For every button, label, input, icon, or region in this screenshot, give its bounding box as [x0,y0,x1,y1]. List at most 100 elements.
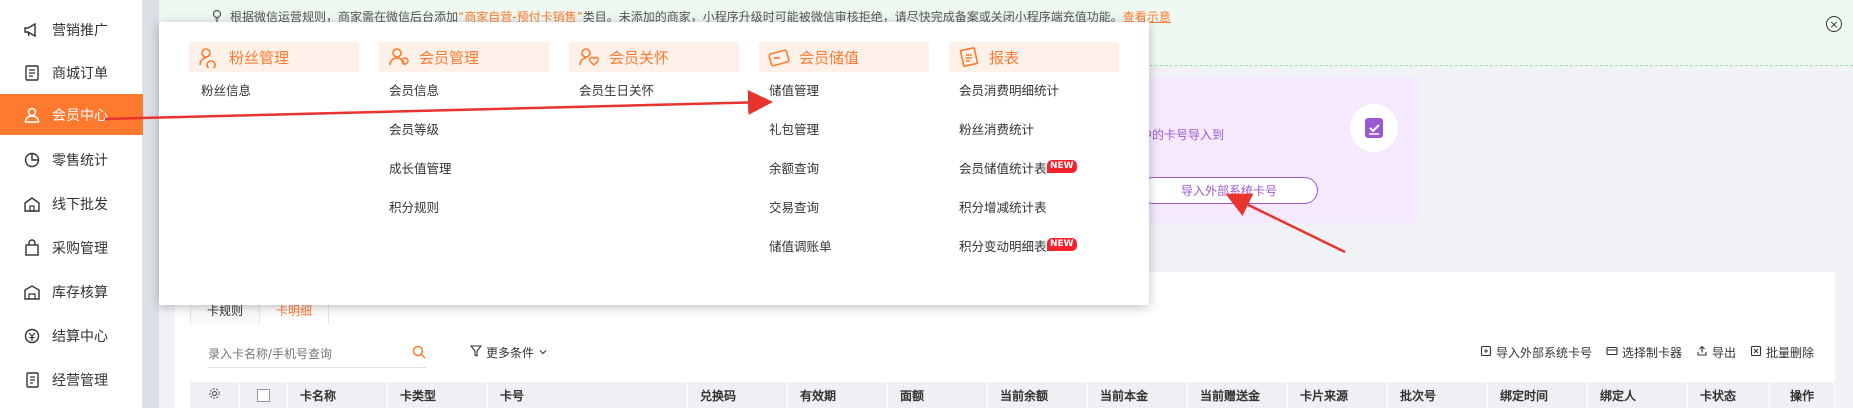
sidebar-item-retail-stats[interactable]: 零售统计 [0,139,143,180]
menu-item-stored-value-management[interactable]: 储值管理 [769,80,819,99]
menu-item-points-change-stats[interactable]: 积分增减统计表 [959,197,1047,216]
sidebar-item-inventory[interactable]: 库存核算 [0,271,143,312]
menu-column-members: 会员管理 [379,42,549,72]
sidebar-item-member-center[interactable]: 会员中心 [0,94,143,135]
table-settings-cell[interactable] [190,382,240,408]
export-icon [1696,345,1708,360]
col-current-gift: 当前赠送金 [1188,382,1288,408]
sidebar-gutter [143,0,159,408]
col-card-name: 卡名称 [288,382,388,408]
menu-item-member-level[interactable]: 会员等级 [389,119,439,138]
menu-item-gift-pack-management[interactable]: 礼包管理 [769,119,819,138]
sidebar: 营销推广 商城订单 会员中心 零售统计 线下批发 采购管理 库存核算 结算中心 … [0,0,143,408]
stats-icon [22,150,42,170]
fans-icon [197,45,221,69]
import-external-card-button[interactable]: 导入外部系统卡号 [1140,177,1318,204]
search-icon[interactable] [412,345,426,363]
menu-column-title: 报表 [989,48,1020,67]
menu-column-stored-value: 会员储值 [759,42,929,72]
sidebar-item-label: 采购管理 [52,240,108,257]
new-badge: NEW [1047,160,1077,173]
filter-icon [469,345,483,360]
menu-item-growth-value[interactable]: 成长值管理 [389,158,452,177]
menu-item-points-change-detail[interactable]: 积分变动明细表 [959,236,1047,255]
member-manage-icon [387,45,411,69]
sidebar-item-label: 经营管理 [52,372,108,389]
sidebar-item-operations[interactable]: 经营管理 [0,359,143,400]
import-external-label: 导入外部系统卡号 [1496,346,1593,360]
col-batch-number: 批次号 [1388,382,1488,408]
select-card-maker-label: 选择制卡器 [1622,346,1683,360]
bag-icon [22,238,42,258]
settlement-icon [22,326,42,346]
sidebar-item-label: 库存核算 [52,284,108,301]
menu-column-title: 粉丝管理 [229,48,290,67]
col-current-balance: 当前余额 [988,382,1088,408]
delete-icon [1750,345,1762,360]
search-box [208,340,426,368]
col-validity: 有效期 [788,382,888,408]
stored-value-icon [767,45,791,69]
select-all-checkbox[interactable] [257,388,270,402]
menu-item-fans-consumption-stats[interactable]: 粉丝消费统计 [959,119,1034,138]
order-icon [22,63,42,83]
search-input[interactable] [208,346,388,361]
card-reader-icon [1606,345,1618,360]
sidebar-item-wholesale[interactable]: 线下批发 [0,183,143,224]
menu-item-member-consumption-detail[interactable]: 会员消费明细统计 [959,80,1059,99]
sidebar-item-label: 商城订单 [52,65,108,82]
menu-item-fans-info[interactable]: 粉丝信息 [201,80,251,99]
col-bind-person: 绑定人 [1588,382,1688,408]
menu-item-birthday-care[interactable]: 会员生日关怀 [579,80,654,99]
select-card-maker-action[interactable]: 选择制卡器 [1606,344,1682,361]
export-action[interactable]: 导出 [1696,344,1736,361]
sidebar-item-purchase[interactable]: 采购管理 [0,227,143,268]
more-conditions-filter[interactable]: 更多条件 [469,344,548,361]
menu-item-transaction-query[interactable]: 交易查询 [769,197,819,216]
table-header: 卡名称 卡类型 卡号 兑换码 有效期 面额 当前余额 当前本金 当前赠送金 卡片… [190,382,1835,408]
report-icon [957,45,981,69]
sidebar-item-label: 零售统计 [52,152,108,169]
col-card-source: 卡片来源 [1288,382,1388,408]
menu-column-fans: 粉丝管理 [189,42,359,72]
export-label: 导出 [1712,346,1737,360]
import-external-action[interactable]: 导入外部系统卡号 [1480,344,1592,361]
menu-item-balance-query[interactable]: 余额查询 [769,158,819,177]
care-icon [577,45,601,69]
more-conditions-label: 更多条件 [486,346,535,360]
menu-column-title: 会员储值 [799,48,860,67]
menu-item-member-stored-value-report[interactable]: 会员储值统计表 [959,158,1047,177]
sidebar-item-orders[interactable]: 商城订单 [0,52,143,93]
wholesale-icon [22,194,42,214]
col-current-principal: 当前本金 [1088,382,1188,408]
batch-delete-label: 批量删除 [1766,346,1815,360]
batch-delete-action[interactable]: 批量删除 [1750,344,1814,361]
import-card-icon [1350,104,1398,152]
menu-column-reports: 报表 [949,42,1119,72]
menu-column-title: 会员管理 [419,48,480,67]
menu-item-stored-value-adjustment[interactable]: 储值调账单 [769,236,832,255]
col-redeem-code: 兑换码 [688,382,788,408]
sidebar-item-label: 营销推广 [52,22,108,39]
doc-icon [22,370,42,390]
menu-item-points-rules[interactable]: 积分规则 [389,197,439,216]
sidebar-item-settlement[interactable]: 结算中心 [0,315,143,356]
member-center-dropdown: 粉丝管理 粉丝信息 会员管理 会员信息 会员等级 成长值管理 积分规则 会员关怀… [159,22,1149,305]
gear-icon[interactable] [208,387,221,403]
select-all-cell[interactable] [240,382,288,408]
sidebar-item-label: 线下批发 [52,196,108,213]
menu-column-care: 会员关怀 [569,42,739,72]
import-icon [1480,345,1492,360]
chevron-down-icon [538,346,548,360]
warehouse-icon [22,282,42,302]
close-icon[interactable]: × [1826,16,1842,32]
sidebar-item-label: 结算中心 [52,328,108,345]
new-badge: NEW [1047,238,1077,251]
sidebar-item-marketing[interactable]: 营销推广 [0,9,143,50]
sidebar-item-label: 会员中心 [52,107,108,124]
menu-column-title: 会员关怀 [609,48,670,67]
col-card-number: 卡号 [488,382,688,408]
menu-item-member-info[interactable]: 会员信息 [389,80,439,99]
toolbar-actions: 导入外部系统卡号 选择制卡器 导出 批量删除 [1480,344,1814,361]
megaphone-icon [22,20,42,40]
